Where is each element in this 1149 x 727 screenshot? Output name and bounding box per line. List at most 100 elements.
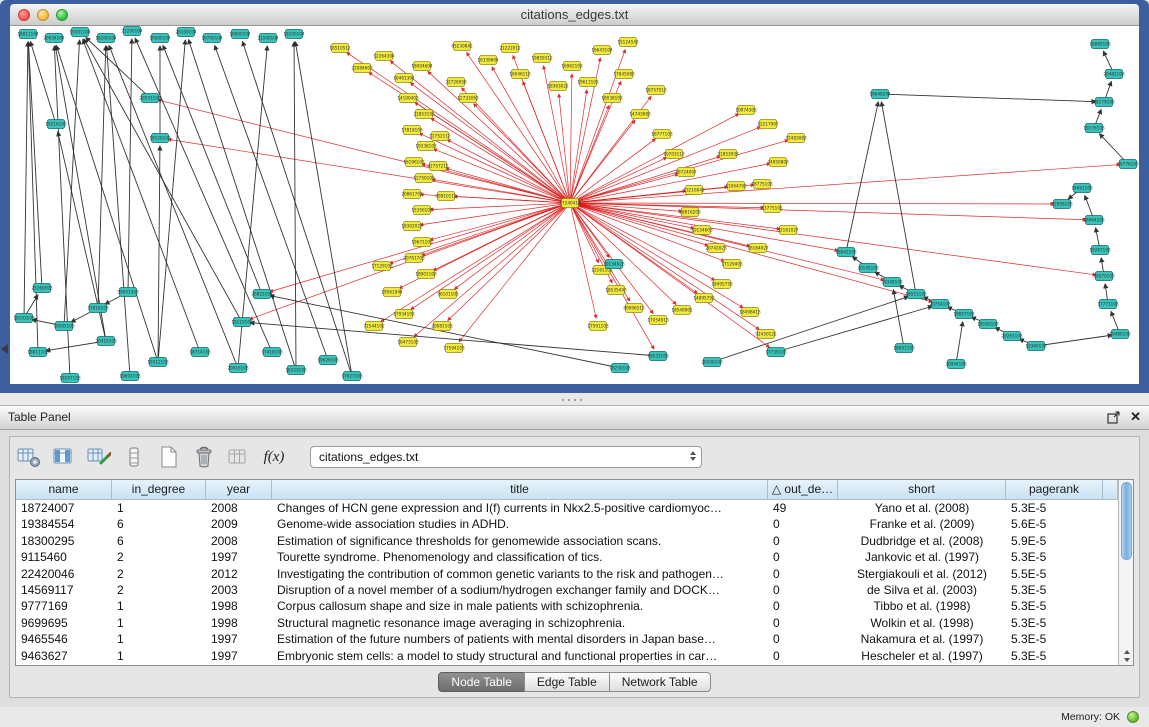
delete-table-button[interactable] [191, 444, 217, 470]
graph-node[interactable]: 20034104 [43, 34, 65, 43]
minimize-window-button[interactable] [37, 9, 49, 21]
edit-table-button[interactable] [86, 444, 112, 470]
graph-node[interactable]: 14743083 [629, 110, 651, 119]
function-builder-button[interactable]: f(x) [261, 444, 287, 470]
column-header[interactable]: name [16, 480, 112, 500]
graph-node[interactable]: 22726058 [445, 78, 467, 87]
graph-node[interactable]: 17845083 [613, 70, 635, 79]
graph-node[interactable]: 17594103 [443, 344, 465, 353]
graph-node[interactable]: 18495753 [711, 280, 733, 289]
graph-node[interactable]: 18100104 [95, 34, 117, 43]
graph-node[interactable]: 20861703 [401, 190, 423, 199]
graph-node[interactable]: 21222012 [499, 44, 521, 53]
graph-node[interactable]: 19900104 [229, 30, 251, 39]
graph-node[interactable]: 21500104 [257, 34, 279, 43]
graph-node[interactable]: 18230103 [609, 364, 631, 373]
graph-node[interactable]: 17816103 [87, 304, 109, 313]
graph-node[interactable]: 16777103 [651, 130, 673, 139]
collapse-arrow-icon[interactable] [1, 344, 8, 354]
graph-node[interactable]: 17934103 [393, 310, 415, 319]
graph-node[interactable]: 19505103 [53, 322, 75, 331]
network-canvas[interactable]: 1724041618510512220846031226430416461304… [10, 26, 1139, 384]
column-selector-button[interactable] [121, 444, 147, 470]
graph-node[interactable]: 19348103 [881, 278, 903, 287]
graph-node[interactable]: 18724007 [675, 168, 697, 177]
graph-node[interactable]: 18004604 [411, 62, 433, 71]
graph-node[interactable]: 20415103 [95, 337, 117, 346]
graph-node[interactable]: 17054913 [647, 316, 669, 325]
graph-node[interactable]: 18103103 [13, 314, 35, 323]
graph-node[interactable]: 19216103 [45, 120, 67, 129]
graph-node[interactable]: 16196103 [403, 158, 425, 167]
table-row[interactable]: 946554611997Estimation of the future num… [16, 631, 1118, 647]
graph-node[interactable]: 17818103 [401, 126, 423, 135]
graph-node[interactable]: 19857103 [953, 310, 975, 319]
graph-node[interactable]: 20531103 [139, 94, 161, 103]
table-scrollbar[interactable] [1118, 480, 1133, 665]
column-header[interactable]: △ out_de… [768, 480, 838, 500]
graph-node[interactable]: 17240416 [559, 199, 581, 208]
graph-node[interactable]: 18616203 [679, 208, 701, 217]
table-row[interactable]: 1938455462009Genome-wide association stu… [16, 516, 1118, 532]
graph-node[interactable]: 18126103 [149, 134, 171, 143]
graph-node[interactable]: 18885103 [1089, 40, 1111, 49]
graph-node[interactable]: 17129103 [371, 262, 393, 271]
graph-node[interactable]: 74850803 [767, 158, 789, 167]
graph-node[interactable]: 80996513 [623, 304, 645, 313]
graph-node[interactable]: 19671103 [411, 238, 433, 247]
graph-node[interactable]: 18498413 [739, 308, 761, 317]
graph-node[interactable]: 20145103 [857, 264, 879, 273]
graph-node[interactable]: 18297103 [59, 374, 81, 383]
column-header[interactable]: short [838, 480, 1006, 500]
graph-node[interactable]: 20081103 [431, 322, 453, 331]
scrollbar-arrows[interactable] [1119, 650, 1134, 662]
graph-node[interactable]: 18700104 [201, 34, 223, 43]
table-row[interactable]: 1872400712008Changes of HCN gene express… [16, 500, 1118, 516]
graph-node[interactable]: 12217907 [757, 120, 779, 129]
graph-node[interactable]: 18038103 [601, 94, 623, 103]
graph-node[interactable]: 16461304 [393, 74, 415, 83]
graph-node[interactable]: 19691103 [119, 372, 141, 381]
graph-node[interactable]: 96101103 [437, 290, 459, 299]
graph-node[interactable]: 18549902 [671, 306, 693, 315]
graph-node[interactable]: 19119103 [231, 318, 253, 327]
table-row[interactable]: 911546021997Tourette syndrome. Phenomeno… [16, 549, 1118, 565]
table-row[interactable]: 969969511998Structural magnetic resonanc… [16, 615, 1118, 631]
graph-node[interactable]: 18302023 [401, 222, 423, 231]
graph-node[interactable]: 18811104 [17, 30, 39, 39]
graph-node[interactable]: 16164027 [747, 244, 769, 253]
network-table-selector[interactable]: citations_edges.txt [310, 446, 702, 468]
graph-node[interactable]: 18611103 [27, 348, 49, 357]
graph-node[interactable]: 20761703 [403, 254, 425, 263]
graph-node[interactable]: 18714103 [189, 348, 211, 357]
graph-node[interactable]: 72544102 [363, 322, 385, 331]
graph-node[interactable]: 20703113 [663, 150, 685, 159]
window-titlebar[interactable]: citations_edges.txt [10, 4, 1139, 26]
graph-node[interactable]: 19134023 [603, 260, 625, 269]
graph-node[interactable]: 21853103 [413, 110, 435, 119]
graph-node[interactable]: 19613103 [577, 78, 599, 87]
graph-node[interactable]: 12750103 [413, 174, 435, 183]
graph-node[interactable]: 12733063 [457, 94, 479, 103]
graph-node[interactable]: 17739103 [765, 348, 787, 357]
graph-node[interactable]: 20754103 [929, 300, 951, 309]
graph-node[interactable]: 19648294 [869, 90, 891, 99]
table-row[interactable]: 1456911722003Disruption of a novel membe… [16, 582, 1118, 598]
panel-splitter-handle[interactable] [560, 397, 586, 403]
graph-node[interactable]: 19338103 [415, 142, 437, 151]
graph-node[interactable]: 19276103 [1083, 124, 1105, 133]
graph-node[interactable]: 19267103 [1089, 246, 1111, 255]
column-header[interactable]: title [272, 480, 768, 500]
graph-node[interactable]: 19533103 [647, 352, 669, 361]
graph-node[interactable]: 16339604 [477, 56, 499, 65]
graph-node[interactable]: 14895793 [693, 294, 715, 303]
tab-network-table[interactable]: Network Table [609, 672, 711, 692]
graph-node[interactable]: 16776103 [1117, 160, 1139, 169]
graph-node[interactable]: 16962103 [561, 62, 583, 71]
graph-node[interactable]: 19301104 [69, 28, 91, 37]
graph-node[interactable]: 18757513 [645, 86, 667, 95]
graph-node[interactable]: 20482103 [1103, 70, 1125, 79]
graph-node[interactable]: 19154603 [691, 226, 713, 235]
graph-node[interactable]: 15356103 [411, 206, 433, 215]
graph-node[interactable]: 21200104 [121, 27, 143, 36]
